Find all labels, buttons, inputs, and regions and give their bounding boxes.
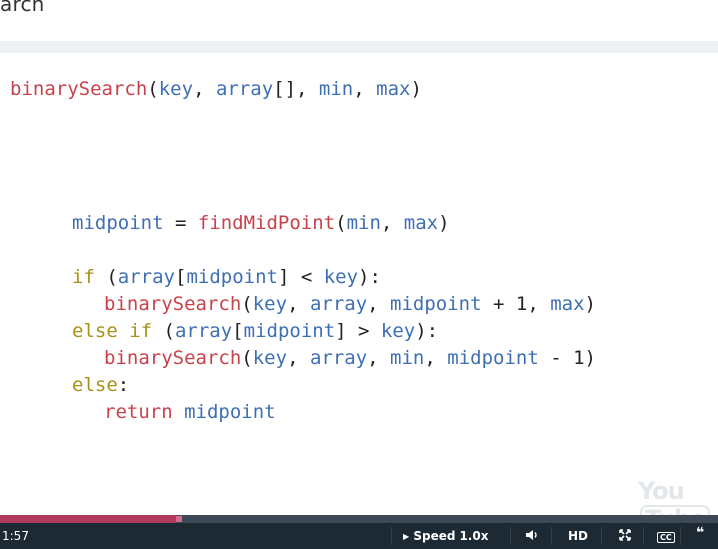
code-token: key (380, 320, 416, 342)
code-line-2: midpoint = findMidPoint(min, max) (72, 210, 450, 236)
code-token: [ (232, 320, 244, 342)
code-token: ( (147, 78, 159, 100)
code-token: binarySearch (104, 347, 242, 369)
code-token: min (390, 347, 425, 369)
code-token: ): (415, 320, 439, 342)
code-token: , (287, 347, 310, 369)
code-token: [ (174, 266, 187, 288)
progress-handle[interactable] (175, 516, 182, 522)
code-token: ] > (335, 320, 381, 342)
code-token: key (323, 266, 359, 288)
play-triangle-icon: ▶ (403, 532, 410, 541)
code-token: max (376, 78, 411, 100)
youtube-logo[interactable]: YouTube (638, 477, 714, 533)
code-token: [], (273, 78, 319, 100)
code-token: ( (241, 347, 253, 369)
code-token: = (163, 212, 198, 234)
control-separator (391, 527, 392, 545)
code-token: ( (241, 293, 253, 315)
code-line-5: else if (array[midpoint] > key): (72, 318, 438, 344)
code-token: min (318, 78, 354, 100)
control-separator (510, 527, 511, 545)
volume-button[interactable] (525, 529, 539, 544)
code-line-3: if (array[midpoint] < key): (72, 264, 381, 290)
code-line-4: binarySearch(key, array, midpoint + 1, m… (104, 291, 596, 317)
time-display: 1:57 (2, 529, 29, 543)
code-token: array (309, 347, 368, 369)
code-token: midpoint (184, 401, 276, 423)
code-token: , (424, 347, 448, 369)
youtube-logo-you: You (638, 477, 685, 505)
player-controls: 1:57 ▶ Speed 1.0x HD CC ❝ (0, 523, 718, 549)
code-token: ) (410, 78, 422, 100)
code-token: , (287, 293, 310, 315)
code-token: binarySearch (10, 78, 148, 100)
speed-button[interactable]: ▶ Speed 1.0x (403, 529, 488, 544)
code-token: ): (358, 266, 381, 288)
code-token: ] < (277, 266, 324, 288)
captions-icon: CC (657, 532, 675, 543)
code-token: else if (72, 320, 153, 342)
code-token: midpoint (186, 266, 278, 288)
transcript-button[interactable]: ❝ (696, 526, 704, 540)
captions-button[interactable]: CC (657, 529, 675, 543)
code-token: , (367, 347, 391, 369)
code-token: binarySearch (104, 293, 242, 315)
code-token: , (380, 212, 404, 234)
code-token: midpoint (72, 212, 164, 234)
code-token: max (403, 212, 439, 234)
code-line-7: else: (72, 372, 129, 398)
code-token: , (367, 293, 391, 315)
code-token: ( (335, 212, 347, 234)
progress-bar[interactable] (0, 515, 718, 523)
code-token: key (252, 347, 288, 369)
control-separator (643, 527, 644, 545)
code-token: : (117, 374, 130, 396)
control-separator (551, 527, 552, 545)
speed-label: Speed (413, 529, 456, 543)
code-panel: binarySearch(key, array[], min, max) mid… (0, 53, 718, 515)
code-token: ) (438, 212, 450, 234)
code-token: ) (584, 293, 596, 315)
header-divider (0, 41, 718, 53)
hd-button[interactable]: HD (568, 529, 588, 543)
code-token: , (353, 78, 377, 100)
code-token: midpoint (447, 347, 539, 369)
code-token: array (174, 320, 233, 342)
progress-fill (0, 515, 176, 523)
code-token: return (104, 401, 173, 423)
fullscreen-button[interactable] (619, 529, 631, 544)
code-token: findMidPoint (197, 212, 336, 234)
page-title: arch (0, 0, 45, 16)
code-line-6: binarySearch(key, array, min, midpoint -… (104, 345, 596, 371)
code-line-8: return midpoint (104, 399, 276, 425)
code-token: + 1, (481, 293, 551, 315)
fullscreen-icon (619, 529, 631, 541)
volume-icon (526, 530, 537, 540)
code-token: - 1) (538, 347, 596, 369)
code-token: ( (152, 320, 175, 342)
code-token: , (193, 78, 216, 100)
code-token: midpoint (243, 320, 336, 342)
code-token: key (252, 293, 288, 315)
code-token: max (550, 293, 585, 315)
code-token: midpoint (390, 293, 482, 315)
code-token: else (72, 374, 118, 396)
code-token: ( (94, 266, 118, 288)
control-separator (601, 527, 602, 545)
quote-icon: ❝ (696, 525, 705, 541)
control-separator (680, 527, 681, 545)
code-token: key (158, 78, 194, 100)
speed-value: 1.0x (459, 529, 489, 543)
code-token: array (309, 293, 368, 315)
code-token: array (215, 78, 274, 100)
code-token: array (117, 266, 175, 288)
code-token: if (72, 266, 95, 288)
code-line-1: binarySearch(key, array[], min, max) (10, 76, 422, 102)
code-token: min (346, 212, 381, 234)
